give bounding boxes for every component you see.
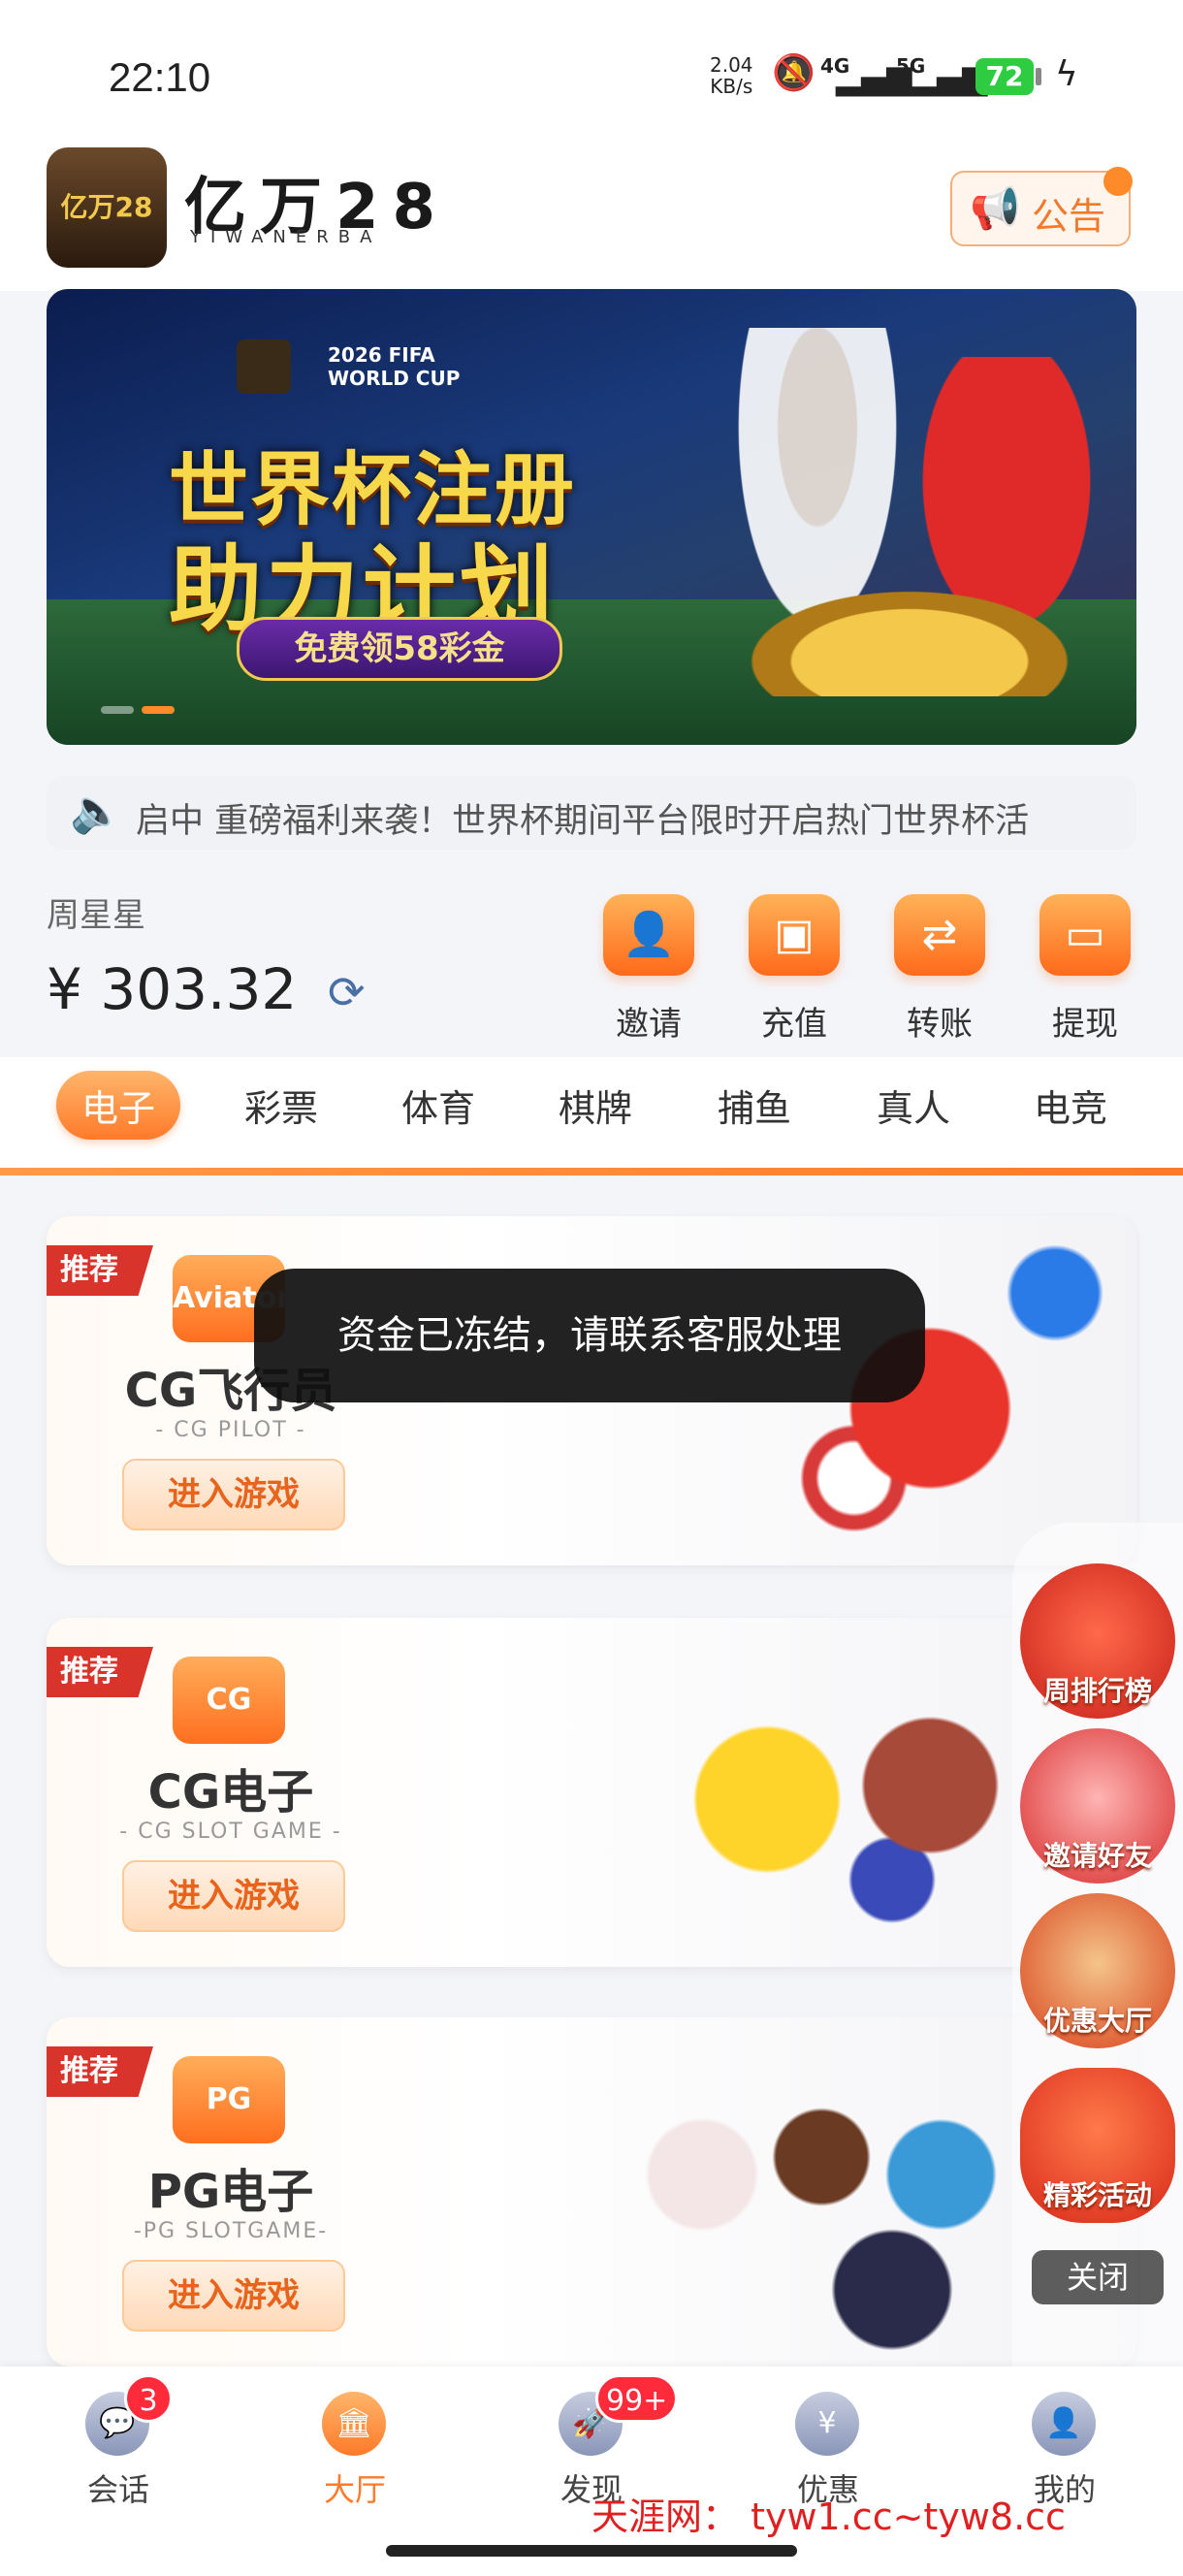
banner-brand-logo: [237, 339, 291, 394]
banner-ribbon: 免费领58彩金: [237, 617, 562, 681]
watermark-text: 天涯网： tyw1.cc~tyw8.cc: [592, 2496, 1066, 2538]
battery-cap: [1036, 68, 1041, 85]
banner-gold-image: [725, 580, 1094, 696]
game-name: CG电子: [147, 1765, 314, 1819]
battery-level: 72: [975, 58, 1034, 95]
wallet-icon: ▣: [749, 894, 840, 976]
cg-slot-icon: CG: [173, 1657, 285, 1744]
tab-esports[interactable]: 电竞: [1034, 1079, 1107, 1132]
recommend-tag: 推荐: [47, 2046, 153, 2097]
game-name: PG电子: [147, 2165, 314, 2219]
user-icon: 👤: [1032, 2392, 1096, 2456]
crown-icon: 周排行榜: [1042, 1675, 1152, 1707]
tab-fishing[interactable]: 捕鱼: [718, 1079, 791, 1132]
app-logo: 亿万28: [47, 147, 167, 268]
username: 周星星: [47, 896, 145, 935]
network-speed: 2.04 KB/s: [710, 53, 753, 98]
status-time: 22:10: [109, 54, 211, 100]
tab-sports[interactable]: 体育: [401, 1079, 475, 1132]
featured-events-button[interactable]: 精彩活动: [1020, 2068, 1175, 2223]
pg-slot-icon: PG: [173, 2056, 285, 2143]
game-card[interactable]: 推荐 CG CG电子 - CG SLOT GAME - 进入游戏: [47, 1618, 1136, 1967]
bank-icon: 🏛: [322, 2392, 386, 2456]
game-subtitle: -PG SLOTGAME-: [133, 2219, 329, 2243]
close-floating-button[interactable]: 关闭: [1032, 2250, 1164, 2304]
enter-game-button[interactable]: 进入游戏: [122, 1860, 345, 1932]
announcement-label: 公告: [1032, 195, 1106, 238]
promo-hall-button[interactable]: 优惠大厅: [1020, 1893, 1175, 2048]
card-icon: ▭: [1039, 894, 1131, 976]
tab-lottery[interactable]: 彩票: [244, 1079, 318, 1132]
game-subtitle: - CG PILOT -: [155, 1418, 306, 1442]
recommend-tag: 推荐: [47, 1647, 153, 1697]
home-indicator[interactable]: [386, 2545, 797, 2557]
invite-icon: 👤: [603, 894, 694, 976]
invite-button[interactable]: 👤 邀请: [588, 890, 704, 1044]
weekly-ranking-button[interactable]: 周排行榜: [1020, 1563, 1175, 1719]
marquee-text: 启中 重磅福利来袭！世界杯期间平台限时开启热门世界杯活: [136, 802, 1030, 841]
chat-badge: 3: [124, 2374, 173, 2423]
announcement-marquee[interactable]: 🔈 启中 重磅福利来袭！世界杯期间平台限时开启热门世界杯活: [47, 776, 1136, 850]
charging-icon: ϟ: [1055, 54, 1078, 94]
speaker-icon: 📢: [970, 184, 1021, 232]
transfer-icon: ⇄: [894, 894, 985, 976]
tab-electronic[interactable]: 电子: [56, 1071, 181, 1140]
mute-icon: 🔕: [772, 53, 815, 93]
tabs-divider: [0, 1168, 1183, 1175]
tab-chess-cards[interactable]: 棋牌: [559, 1079, 632, 1132]
promo-banner[interactable]: 2026 FIFA WORLD CUP 世界杯注册 助力计划 免费领58彩金: [47, 289, 1136, 745]
enter-game-button[interactable]: 进入游戏: [122, 2260, 345, 2332]
invite-friends-button[interactable]: 邀请好友: [1020, 1728, 1175, 1884]
notification-dot: [1103, 167, 1133, 196]
banner-worldcup-badge: 2026 FIFA WORLD CUP: [328, 343, 461, 390]
discover-badge: 99+: [595, 2374, 679, 2423]
coupon-icon: ¥: [795, 2392, 859, 2456]
app-subtitle: YIWANERBA: [190, 227, 382, 247]
deposit-button[interactable]: ▣ 充值: [733, 890, 849, 1044]
game-card[interactable]: 推荐 PG PG电子 -PG SLOTGAME- 进入游戏: [47, 2017, 1136, 2367]
refresh-icon[interactable]: ⟳: [328, 966, 366, 1018]
transfer-button[interactable]: ⇄ 转账: [879, 890, 995, 1044]
game-subtitle: - CG SLOT GAME -: [119, 1819, 342, 1844]
recommend-tag: 推荐: [47, 1245, 153, 1296]
balance-amount: ¥ 303.32: [47, 956, 298, 1022]
enter-game-button[interactable]: 进入游戏: [122, 1459, 345, 1530]
speaker-icon: 🔈: [70, 787, 123, 836]
carousel-dot-active: [142, 706, 175, 714]
withdraw-button[interactable]: ▭ 提现: [1024, 890, 1140, 1044]
carousel-dot: [101, 706, 134, 714]
gift-icon: 精彩活动: [1042, 2179, 1152, 2211]
tab-live[interactable]: 真人: [877, 1079, 950, 1132]
toast-message: 资金已冻结，请联系客服处理: [254, 1269, 925, 1402]
